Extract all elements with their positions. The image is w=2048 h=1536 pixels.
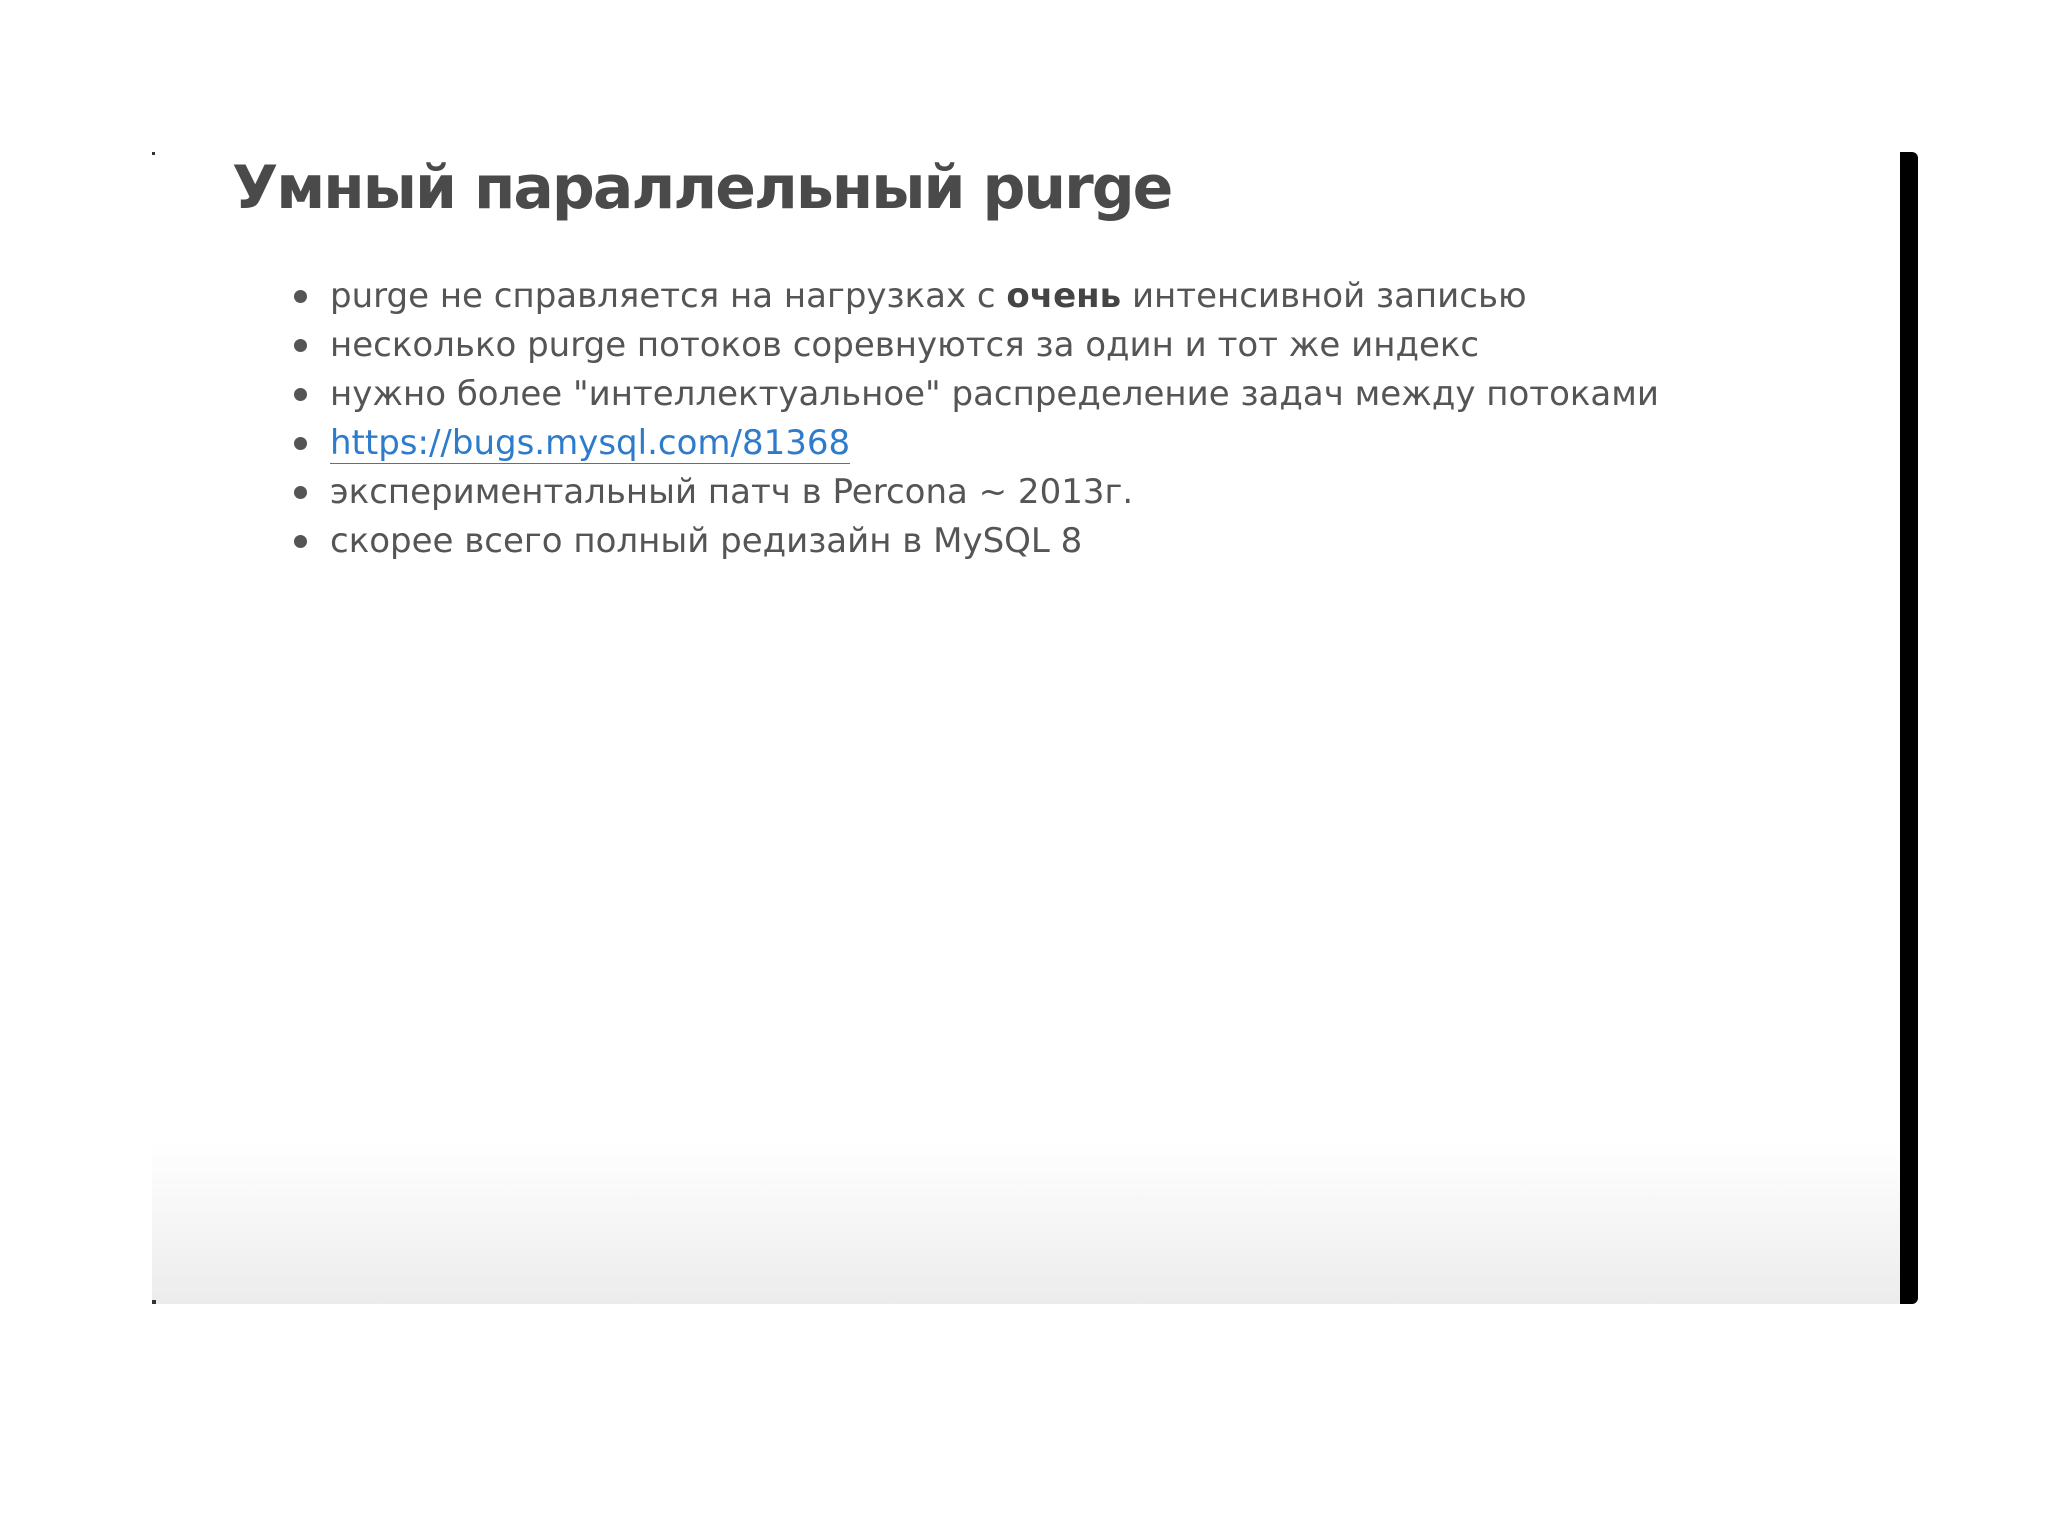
bullet-list: purge не справляется на нагрузках с очен… bbox=[294, 272, 1659, 566]
bullet-dot-icon bbox=[294, 437, 307, 450]
bullet-dot-icon bbox=[294, 535, 307, 548]
bullet-dot-icon bbox=[294, 388, 307, 401]
bullet-dot-icon bbox=[294, 486, 307, 499]
bullet-dot-icon bbox=[294, 339, 307, 352]
bullet-text: интенсивной записью bbox=[1121, 276, 1527, 316]
list-item: экспериментальный патч в Percona ~ 2013г… bbox=[294, 468, 1659, 517]
bullet-text: скорее всего полный редизайн в MySQL 8 bbox=[330, 521, 1083, 561]
list-item: https://bugs.mysql.com/81368 bbox=[294, 419, 1659, 468]
bullet-text: экспериментальный патч в Percona ~ 2013г… bbox=[330, 472, 1134, 512]
bullet-emphasis: очень bbox=[1006, 276, 1122, 316]
bug-report-link[interactable]: https://bugs.mysql.com/81368 bbox=[330, 423, 851, 464]
list-item: скорее всего полный редизайн в MySQL 8 bbox=[294, 517, 1659, 566]
list-item: purge не справляется на нагрузках с очен… bbox=[294, 272, 1659, 321]
list-item: нужно более "интеллектуальное" распредел… bbox=[294, 370, 1659, 419]
bullet-text: несколько purge потоков соревнуются за о… bbox=[330, 325, 1480, 365]
bullet-text: нужно более "интеллектуальное" распредел… bbox=[330, 374, 1660, 414]
slide-title: Умный параллельный purge bbox=[232, 153, 1173, 223]
bullet-text: purge не справляется на нагрузках с bbox=[330, 276, 1007, 316]
bullet-dot-icon bbox=[294, 290, 307, 303]
slide: Умный параллельный purge purge не справл… bbox=[152, 152, 1918, 1304]
list-item: несколько purge потоков соревнуются за о… bbox=[294, 321, 1659, 370]
